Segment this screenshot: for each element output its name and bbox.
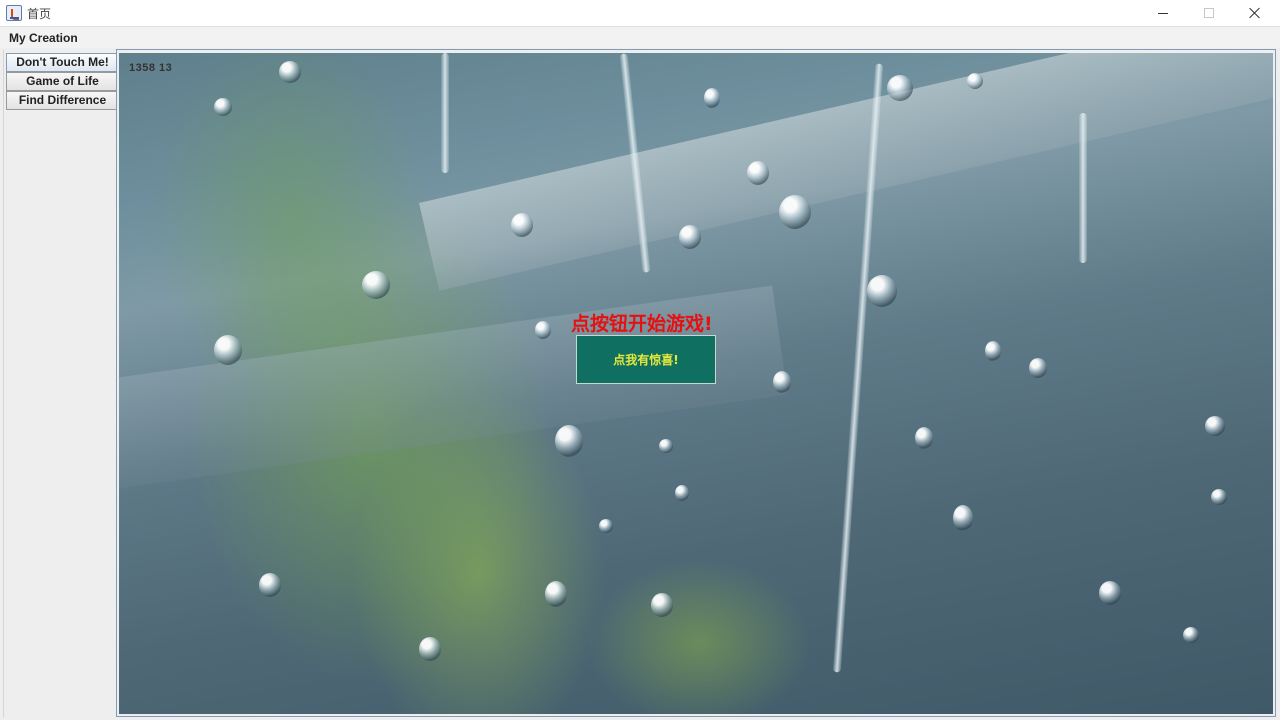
minimize-button[interactable] (1140, 0, 1186, 26)
tab-strip: Don't Touch Me! Game of Life Find Differ… (3, 50, 118, 718)
maximize-icon (1204, 8, 1214, 18)
maximize-button[interactable] (1186, 0, 1232, 26)
game-panel: 1358 13 点按钮开始游戏! 点我有惊喜! (116, 49, 1276, 717)
background-image: 1358 13 点按钮开始游戏! 点我有惊喜! (119, 53, 1273, 714)
menu-my-creation[interactable]: My Creation (4, 30, 83, 46)
java-cup-icon (6, 5, 22, 21)
tab-find-difference[interactable]: Find Difference (6, 91, 118, 110)
tab-game-of-life[interactable]: Game of Life (6, 72, 118, 91)
menu-bar: My Creation (0, 26, 1280, 48)
start-prompt: 点按钮开始游戏! (571, 313, 713, 335)
coordinates-readout: 1358 13 (129, 62, 173, 74)
close-button[interactable] (1232, 0, 1278, 26)
surprise-button[interactable]: 点我有惊喜! (576, 335, 716, 384)
main-area: Don't Touch Me! Game of Life Find Differ… (0, 48, 1280, 720)
tab-dont-touch-me[interactable]: Don't Touch Me! (6, 53, 118, 72)
title-bar: 首页 (0, 0, 1280, 26)
minimize-icon (1158, 12, 1168, 14)
window-title: 首页 (27, 7, 52, 21)
close-icon (1249, 7, 1261, 19)
